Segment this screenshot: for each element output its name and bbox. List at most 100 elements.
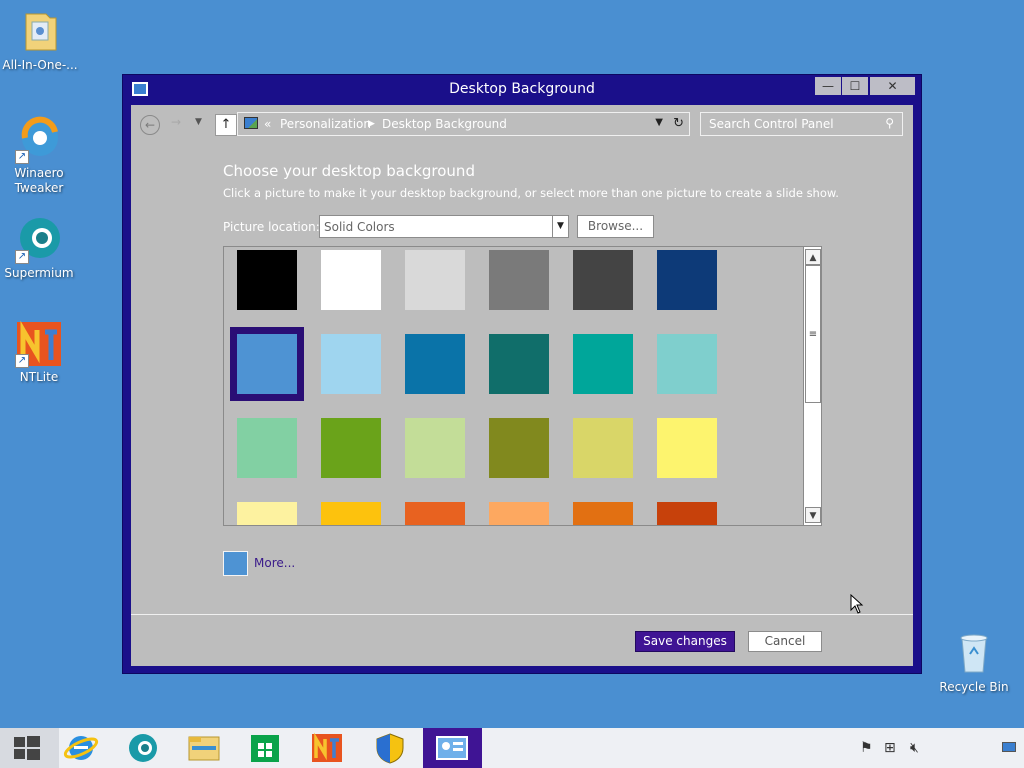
shortcut-arrow-icon: ↗ [15, 250, 29, 264]
desktop-icon-ntlite[interactable]: ↗ NTLite [1, 320, 77, 385]
show-desktop-icon[interactable] [1002, 742, 1016, 752]
close-button[interactable]: ✕ [870, 77, 915, 95]
window-title: Desktop Background [449, 81, 595, 97]
flag-icon[interactable]: ⚑ [860, 740, 873, 756]
desktop-icon-all-in-one[interactable]: All-In-One-... [2, 8, 78, 73]
recent-locations-icon[interactable]: ▼ [195, 117, 202, 127]
forward-arrow-icon[interactable]: → [171, 115, 181, 129]
color-swatch[interactable] [489, 418, 549, 478]
color-swatch[interactable] [657, 334, 717, 394]
chevron-down-icon[interactable]: ▼ [552, 216, 568, 237]
breadcrumb-desktop-background[interactable]: Desktop Background [382, 117, 507, 131]
desktop-icon-winaero-tweaker[interactable]: ↗ Winaero Tweaker [1, 116, 77, 196]
shortcut-arrow-icon: ↗ [15, 150, 29, 164]
taskbar-supermium[interactable] [113, 728, 172, 768]
supermium-icon: ↗ [15, 216, 63, 264]
desktop-icon-supermium[interactable]: ↗ Supermium [1, 216, 77, 281]
store-icon [251, 735, 279, 762]
breadcrumb-personalization[interactable]: Personalization [280, 117, 371, 131]
color-swatch[interactable] [657, 502, 717, 525]
volume-muted-icon[interactable]: 🔇︎ [910, 740, 919, 756]
taskbar-internet-explorer[interactable] [52, 728, 111, 768]
desktop-icon-label: Supermium [4, 266, 74, 280]
color-swatch[interactable] [489, 502, 549, 525]
winaero-tweaker-icon: ↗ [15, 116, 63, 164]
color-swatch[interactable] [489, 250, 549, 310]
vertical-scrollbar[interactable]: ▲ ≡ ▼ [803, 247, 821, 525]
taskbar-store[interactable] [236, 728, 295, 768]
taskbar: ⚑ ⊞ 🔇︎ [0, 728, 1024, 768]
color-swatch[interactable] [405, 502, 465, 525]
desktop-icon-label: Winaero Tweaker [14, 166, 64, 195]
taskbar-ntlite[interactable] [298, 728, 357, 768]
more-colors-swatch[interactable] [223, 551, 248, 576]
color-swatch[interactable] [657, 250, 717, 310]
browse-button[interactable]: Browse... [577, 215, 654, 238]
shield-icon [376, 733, 404, 764]
shortcut-arrow-icon: ↗ [15, 354, 29, 368]
title-bar[interactable]: Desktop Background — ☐ ✕ [123, 75, 921, 105]
desktop-background-window: Desktop Background — ☐ ✕ ← → ▼ ↑ « Perso… [122, 74, 922, 674]
color-swatch[interactable] [405, 418, 465, 478]
color-swatch[interactable] [573, 502, 633, 525]
scroll-up-icon[interactable]: ▲ [805, 249, 821, 265]
scroll-down-icon[interactable]: ▼ [805, 507, 821, 523]
up-arrow-icon[interactable]: ↑ [215, 114, 237, 136]
picture-location-value: Solid Colors [324, 220, 395, 234]
page-title: Choose your desktop background [223, 162, 475, 180]
taskbar-security[interactable] [360, 728, 419, 768]
breadcrumb-overflow[interactable]: « [264, 117, 271, 131]
control-panel-icon [244, 117, 258, 129]
more-colors-link[interactable]: More... [254, 556, 295, 570]
save-changes-button[interactable]: Save changes [635, 631, 735, 652]
refresh-icon[interactable]: ↻ [673, 116, 684, 131]
color-swatch[interactable] [321, 250, 381, 310]
color-swatch[interactable] [573, 250, 633, 310]
desktop-icon-recycle-bin[interactable]: Recycle Bin [936, 630, 1012, 695]
network-icon[interactable]: ⊞ [884, 740, 896, 756]
supermium-icon [129, 734, 157, 762]
color-swatch[interactable] [230, 327, 304, 401]
back-arrow-icon[interactable]: ← [140, 115, 160, 135]
search-box[interactable]: ⚲ [700, 112, 903, 136]
picture-location-label: Picture location: [223, 220, 320, 234]
color-swatch[interactable] [321, 418, 381, 478]
mouse-cursor-icon [850, 594, 864, 614]
color-swatch-grid: ▲ ≡ ▼ [223, 246, 822, 526]
search-icon[interactable]: ⚲ [885, 116, 894, 130]
color-swatch[interactable] [405, 250, 465, 310]
start-button[interactable] [0, 728, 59, 768]
maximize-button[interactable]: ☐ [842, 77, 868, 95]
color-swatch[interactable] [237, 418, 297, 478]
color-swatch[interactable] [489, 334, 549, 394]
desktop-icon-label: Recycle Bin [939, 680, 1009, 694]
page-instructions: Click a picture to make it your desktop … [223, 186, 839, 200]
folder-icon [16, 8, 64, 56]
scrollbar-thumb[interactable]: ≡ [805, 265, 821, 403]
control-panel-icon [436, 736, 468, 760]
taskbar-control-panel[interactable] [423, 728, 482, 768]
recycle-bin-icon [950, 630, 998, 678]
picture-location-select[interactable]: Solid Colors ▼ [319, 215, 569, 238]
windows-logo-icon [14, 736, 40, 760]
taskbar-file-explorer[interactable] [174, 728, 233, 768]
search-input[interactable] [702, 114, 872, 134]
desktop-icon-label: All-In-One-... [2, 58, 78, 72]
internet-explorer-icon [63, 736, 99, 760]
minimize-button[interactable]: — [815, 77, 841, 95]
color-swatch[interactable] [237, 502, 297, 525]
chevron-down-icon[interactable]: ▼ [655, 117, 663, 128]
color-swatch[interactable] [573, 418, 633, 478]
color-swatch[interactable] [321, 502, 381, 525]
color-swatch[interactable] [657, 418, 717, 478]
ntlite-icon: ↗ [15, 320, 63, 368]
ntlite-icon [312, 732, 342, 762]
cancel-button[interactable]: Cancel [748, 631, 822, 652]
color-swatch[interactable] [321, 334, 381, 394]
address-bar[interactable]: « Personalization ▶ Desktop Background ▼… [237, 112, 690, 136]
color-swatch[interactable] [573, 334, 633, 394]
color-swatch[interactable] [237, 250, 297, 310]
color-swatch[interactable] [405, 334, 465, 394]
window-client: ← → ▼ ↑ « Personalization ▶ Desktop Back… [131, 105, 913, 666]
breadcrumb-separator-icon[interactable]: ▶ [368, 119, 375, 129]
